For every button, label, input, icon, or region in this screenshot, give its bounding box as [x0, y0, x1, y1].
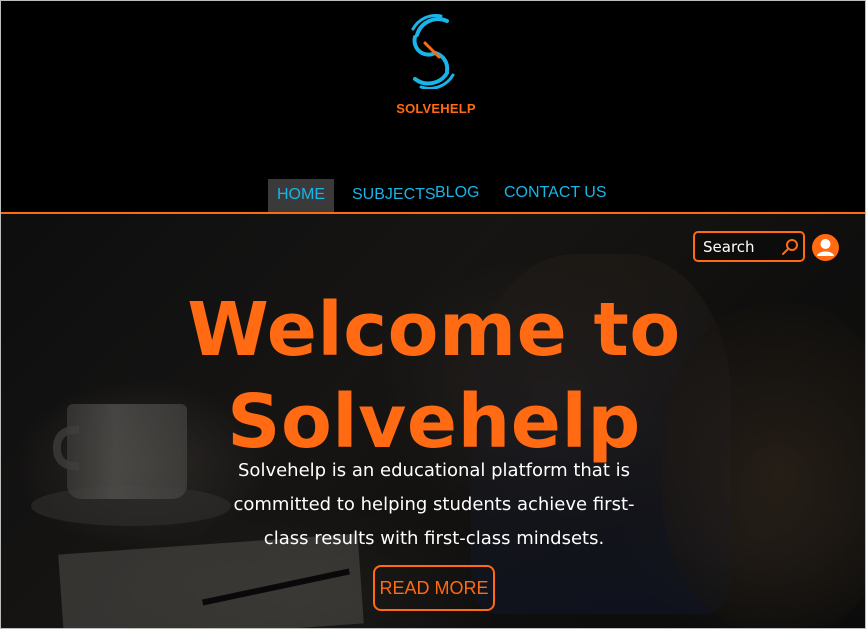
nav-item-home[interactable]: HOME: [268, 179, 334, 212]
hero-tagline: Solvehelp is an educational platform tha…: [233, 460, 635, 549]
hero-title-line2: Solvehelp: [227, 379, 641, 465]
logo[interactable]: SOLVEHELP: [389, 13, 483, 116]
search-box[interactable]: [693, 231, 805, 262]
read-more-button[interactable]: READ MORE: [373, 565, 495, 611]
user-avatar-icon: [817, 239, 834, 256]
hero-title: Welcome to Solvehelp: [151, 284, 717, 468]
search-input[interactable]: [703, 236, 777, 258]
nav-item-subjects[interactable]: SUBJECTS: [352, 179, 436, 212]
site-header: SOLVEHELP HOME SUBJECTS BLOG CONTACT US: [1, 1, 865, 213]
main-nav: HOME SUBJECTS BLOG CONTACT US: [1, 177, 865, 213]
hero-title-line1: Welcome to: [187, 287, 681, 373]
user-icon[interactable]: [812, 234, 839, 261]
hero-section: Welcome to Solvehelp Solvehelp is an edu…: [1, 214, 865, 628]
s-circle-logo-icon: [411, 14, 455, 89]
nav-item-blog[interactable]: BLOG: [435, 177, 479, 210]
brand-name: SOLVEHELP: [396, 101, 476, 116]
search-icon[interactable]: [781, 238, 799, 256]
page: SOLVEHELP HOME SUBJECTS BLOG CONTACT US: [0, 0, 866, 629]
nav-item-contact-us[interactable]: CONTACT US: [504, 177, 607, 210]
